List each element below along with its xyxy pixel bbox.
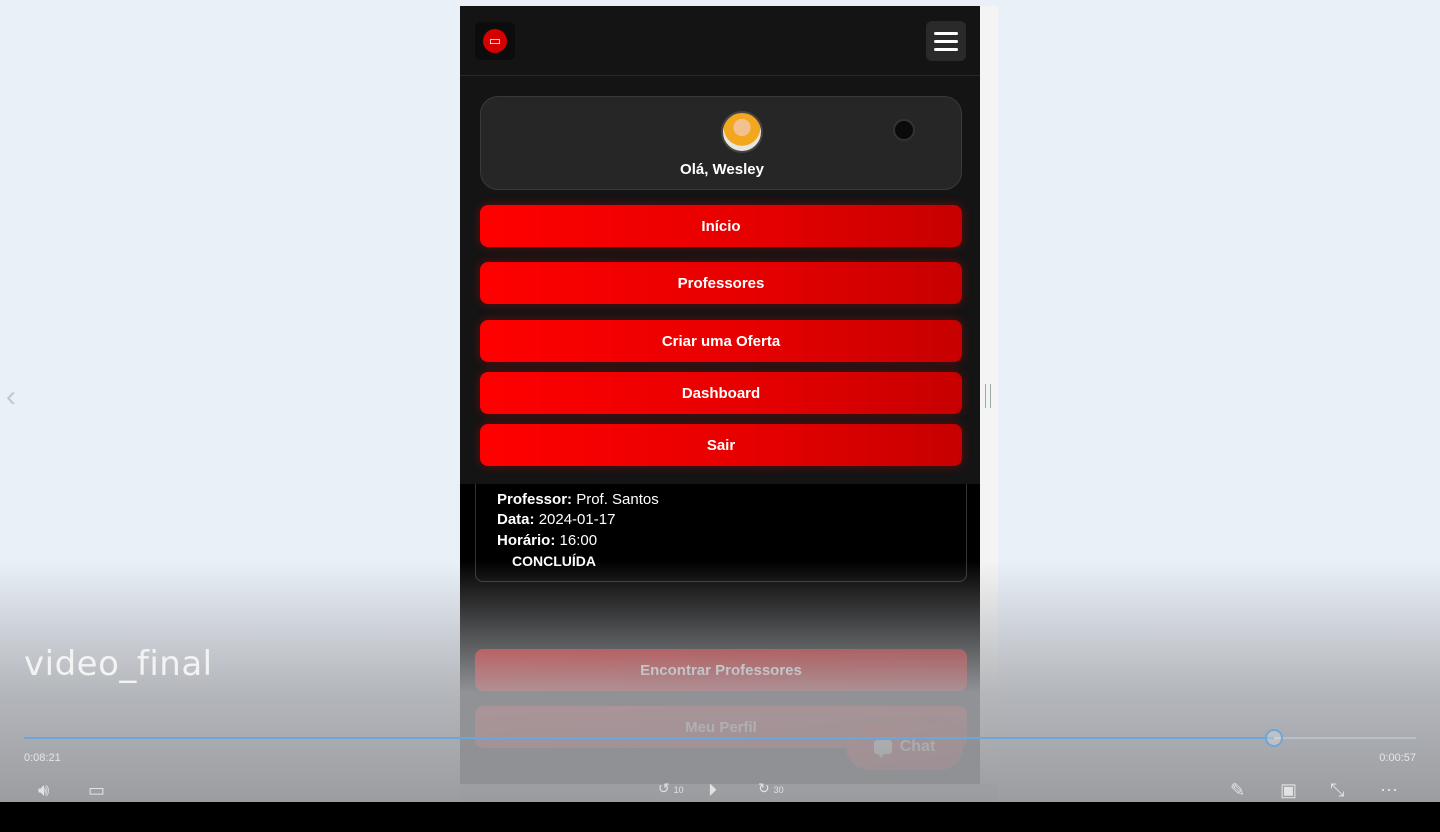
status-indicator [893,119,915,141]
skip-back-icon: ↺ [658,780,670,796]
hamburger-menu-button[interactable] [926,21,966,61]
seek-bar[interactable] [24,729,1416,747]
remaining-time: 0:00:57 [1379,752,1416,764]
professor-line: Professor: Prof. Santos [497,491,659,508]
phone-bottom-frame [460,784,998,802]
user-profile-card: Olá, Wesley [480,96,962,190]
greeting-text: Olá, Wesley [680,161,764,178]
volume-icon[interactable]: 🔊︎ [38,780,49,801]
date-line: Data: 2024-01-17 [497,511,616,528]
captions-icon[interactable]: ▭ [88,780,105,801]
book-icon: ▭ [483,29,507,53]
time-line: Horário: 16:00 [497,532,598,549]
menu-item-dashboard[interactable]: Dashboard [480,372,962,414]
previous-arrow-icon[interactable]: ‹ [6,380,16,414]
skip-back-button[interactable]: ↺ 10 [658,780,684,797]
find-teachers-button[interactable]: Encontrar Professores [475,649,967,691]
pen-icon[interactable]: ✎ [1230,780,1245,801]
chat-button[interactable]: Chat [846,724,963,770]
screen-bottom-bar [0,802,1440,832]
more-options-icon[interactable]: ⋯ [1380,780,1398,801]
avatar[interactable] [721,111,763,153]
mobile-app-viewport: ▭ Professor: Prof. Santos Data: 2024-01-… [460,6,980,784]
exit-fullscreen-icon[interactable]: ⤡ [1330,780,1344,801]
menu-item-inicio[interactable]: Início [480,205,962,247]
mini-view-icon[interactable]: ▣ [1280,780,1297,801]
seek-thumb[interactable] [1265,729,1284,747]
skip-forward-button[interactable]: ↻ 30 [758,780,784,797]
hamburger-icon [934,31,958,35]
menu-item-criar-oferta[interactable]: Criar uma Oferta [480,320,962,362]
nav-dropdown-menu: Olá, Wesley Início Professores Criar uma… [460,76,980,484]
play-pause-button[interactable]: ⏵ [708,780,717,801]
menu-item-professores[interactable]: Professores [480,262,962,304]
elapsed-time: 0:08:21 [24,752,61,764]
video-title: video_final [24,644,213,684]
app-logo[interactable]: ▭ [475,22,515,60]
chat-bubble-icon [873,740,892,758]
status-badge: CONCLUÍDA [512,553,596,569]
seek-progress [24,737,1275,739]
app-header: ▭ [460,6,980,76]
menu-item-sair[interactable]: Sair [480,424,962,466]
resize-handle[interactable] [985,384,991,408]
skip-forward-icon: ↻ [758,780,770,796]
